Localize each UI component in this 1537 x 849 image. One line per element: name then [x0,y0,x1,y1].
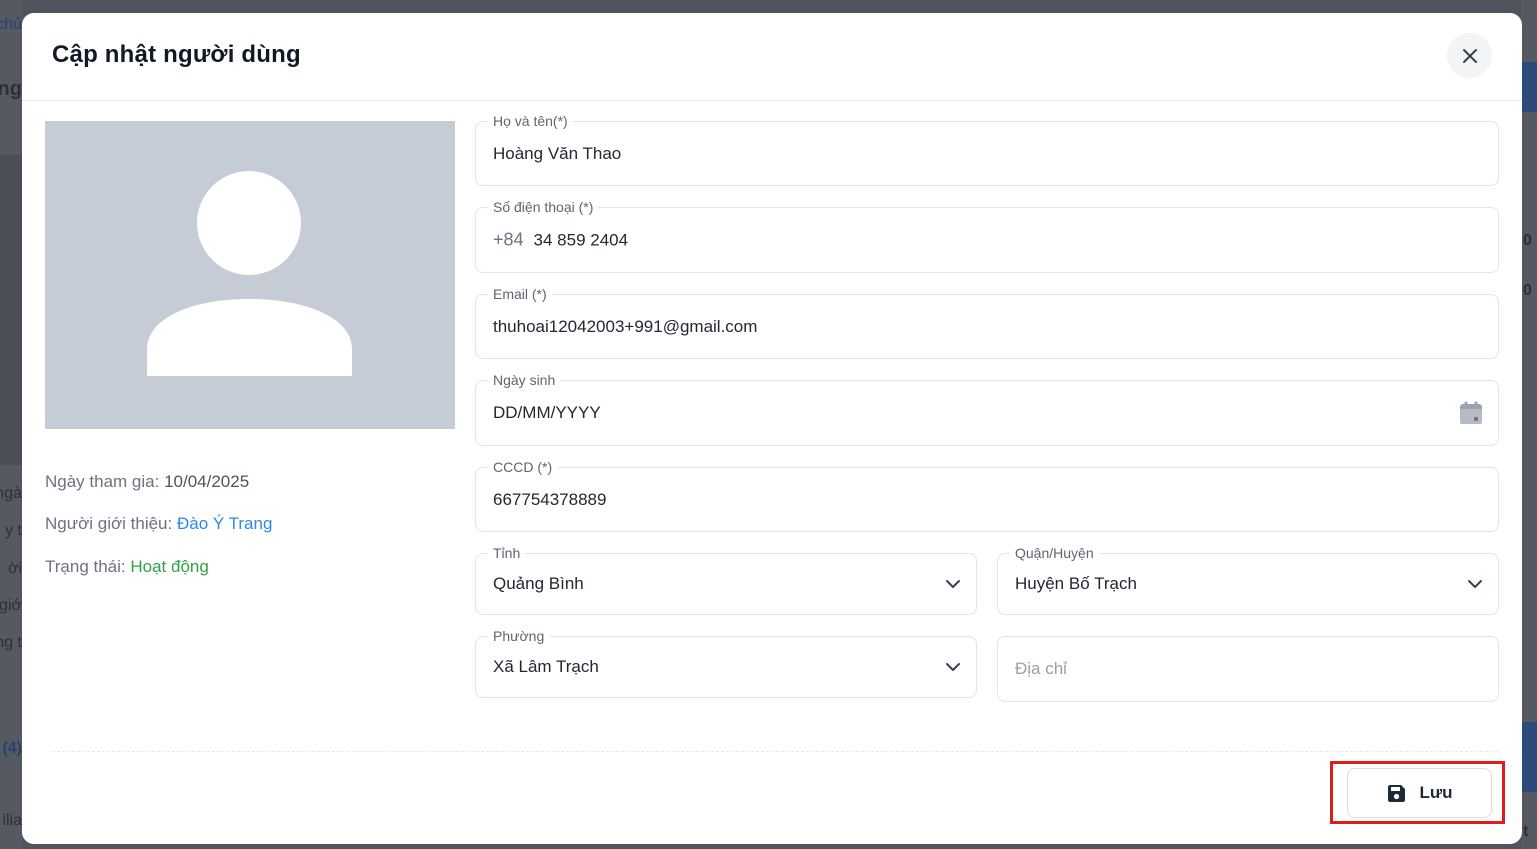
modal-header: Cập nhật người dùng [22,13,1522,101]
birthday-input[interactable]: DD/MM/YYYY [493,403,601,423]
background-text: ngà [0,485,22,502]
footer-divider [52,751,1498,752]
fullname-field[interactable]: Họ và tên(*) Hoàng Văn Thao [475,113,1499,186]
floppy-disk-icon [1388,784,1406,802]
referrer-link[interactable]: Đào Ý Trang [177,514,272,533]
country-code-prefix: +84 [493,229,524,250]
cccd-field[interactable]: CCCD (*) 667754378889 [475,459,1499,532]
background-page-left: chủ ong ngà y t ời giớ ng t (4) ilia [0,0,22,849]
user-placeholder-icon [147,171,352,376]
phone-input[interactable]: 34 859 2404 [534,231,629,250]
update-user-modal: Cập nhật người dùng Ngày tham gia: 10/04… [22,13,1522,844]
background-text: ong [0,78,22,100]
ward-select[interactable]: Phường Xã Lâm Trạch [475,628,977,698]
background-text: 0 c [1523,282,1537,299]
join-date-row: Ngày tham gia: 10/04/2025 [45,472,249,492]
avatar[interactable] [45,121,455,429]
background-panel [0,155,22,465]
district-value: Huyện Bố Trạch [1015,574,1137,593]
birthday-label: Ngày sinh [488,372,561,388]
address-field[interactable]: Địa chỉ [997,636,1499,702]
cccd-input[interactable]: 667754378889 [493,490,606,510]
phone-field[interactable]: Số điện thoại (*) +84 34 859 2404 [475,199,1499,273]
fullname-input[interactable]: Hoàng Văn Thao [493,144,621,164]
province-value: Quảng Bình [493,574,584,593]
chevron-down-icon [1468,580,1482,588]
save-button-label: Lưu [1419,783,1453,802]
background-page-right: 0 0 c t [1521,0,1537,849]
background-text: ilia [2,812,22,829]
status-label: Trạng thái: [45,557,126,576]
join-date-value: 10/04/2025 [164,472,250,491]
cccd-label: CCCD (*) [488,459,558,475]
background-text: chủ [0,16,22,33]
join-date-label: Ngày tham gia: [45,472,160,491]
referrer-row: Người giới thiệu: Đào Ý Trang [45,514,272,534]
chevron-down-icon [946,663,960,671]
background-button [1521,62,1537,112]
calendar-icon[interactable] [1457,399,1485,427]
background-text: 0 [1523,232,1532,249]
address-input[interactable]: Địa chỉ [1015,659,1067,679]
province-select[interactable]: Tỉnh Quảng Bình [475,545,977,615]
ward-label: Phường [488,628,550,644]
close-icon [1462,48,1477,63]
background-text: giớ [0,597,22,614]
save-button[interactable]: Lưu [1347,768,1492,818]
background-text: ng t [0,634,22,651]
ward-value: Xã Lâm Trạch [493,657,599,676]
background-text: ời [7,560,22,577]
background-text: y t [5,522,22,539]
modal-title: Cập nhật người dùng [52,41,301,68]
background-text: (4) [2,740,22,757]
province-label: Tỉnh [488,545,526,561]
email-field[interactable]: Email (*) thuhoai12042003+991@gmail.com [475,286,1499,359]
phone-label: Số điện thoại (*) [488,199,599,215]
phone-input-group[interactable]: +84 34 859 2404 [493,230,628,251]
background-text: t [1523,823,1529,840]
status-row: Trạng thái: Hoạt động [45,557,209,577]
background-button [1521,722,1537,792]
email-label: Email (*) [488,286,552,302]
district-label: Quận/Huyện [1010,545,1099,561]
district-select[interactable]: Quận/Huyện Huyện Bố Trạch [997,545,1499,615]
fullname-label: Họ và tên(*) [488,113,573,129]
chevron-down-icon [946,580,960,588]
referrer-label: Người giới thiệu: [45,514,173,533]
close-button[interactable] [1447,33,1492,78]
status-badge: Hoạt động [130,557,209,576]
email-input[interactable]: thuhoai12042003+991@gmail.com [493,317,757,337]
birthday-field[interactable]: Ngày sinh DD/MM/YYYY [475,372,1499,446]
